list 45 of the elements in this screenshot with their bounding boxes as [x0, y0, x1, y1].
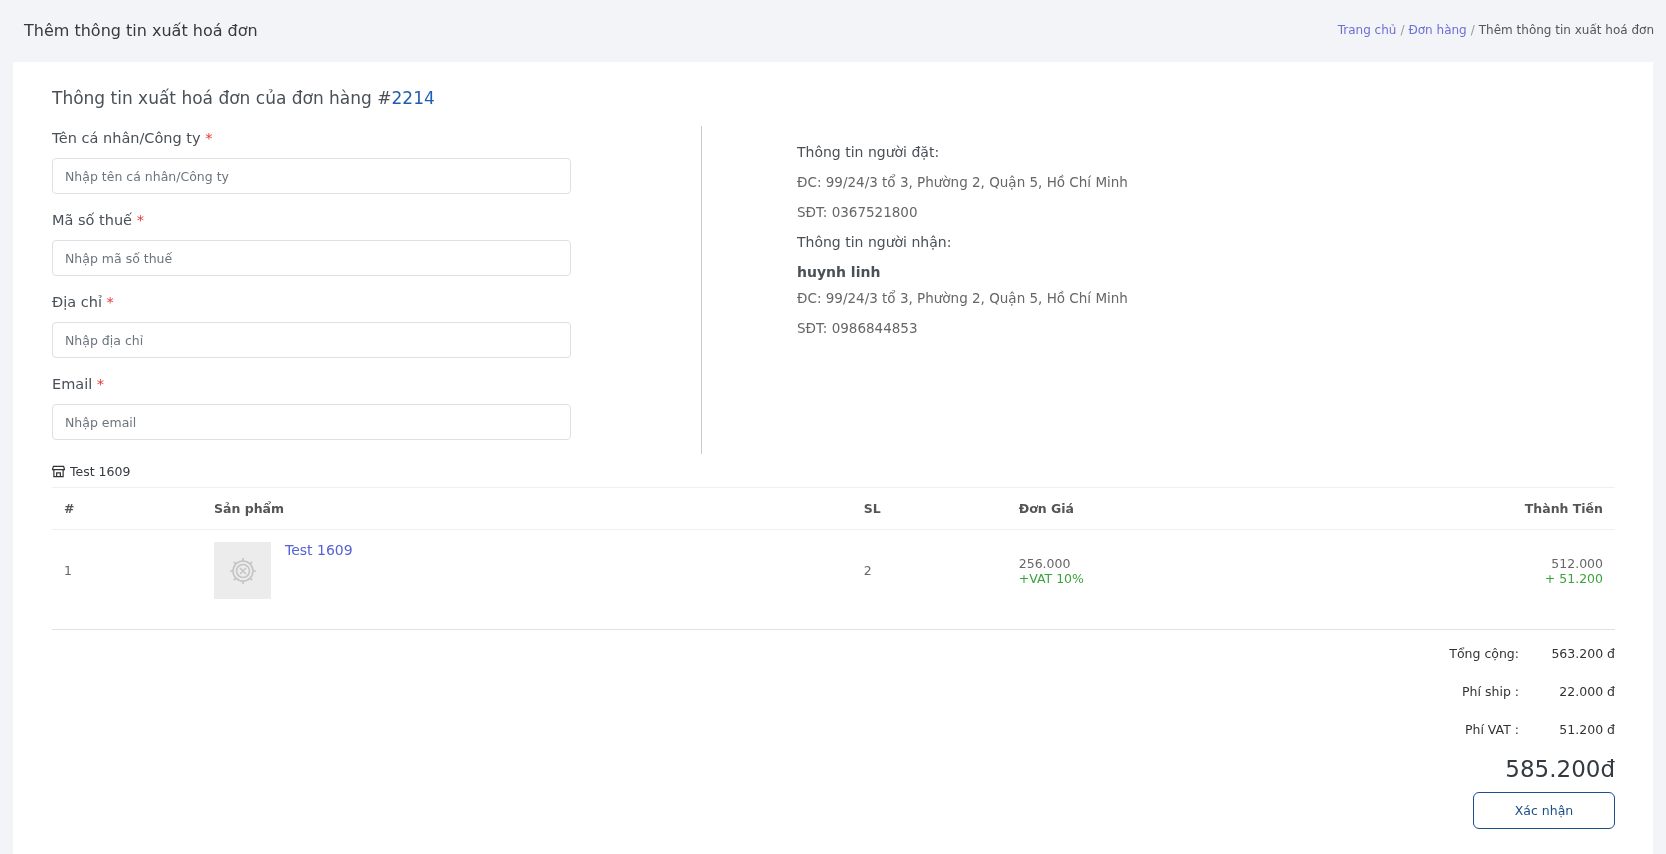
info-text: SĐT: 0986844853	[797, 320, 919, 336]
input-field[interactable]: Nhập địa chỉ	[52, 322, 571, 358]
product-link[interactable]: Test 1609	[285, 542, 353, 558]
summary-label: Phí ship :	[1462, 683, 1519, 699]
column-header: Sản phẩm	[202, 487, 852, 530]
input-field[interactable]: Nhập mã số thuế	[52, 240, 571, 276]
confirm-button[interactable]: Xác nhận	[1473, 792, 1615, 829]
input-field[interactable]: Nhập tên cá nhân/Công ty	[52, 158, 571, 194]
column-header: #	[52, 487, 202, 530]
summary-label: Phí VAT :	[1464, 721, 1519, 737]
column-header: Thành Tiền	[1206, 487, 1615, 530]
line-total: 512.000	[1550, 555, 1603, 571]
breadcrumb-separator: /	[1470, 23, 1475, 37]
breadcrumb-current: Thêm thông tin xuất hoá đơn	[1478, 23, 1654, 37]
store-icon	[52, 465, 65, 478]
summary-value: 22.000 đ	[1558, 683, 1615, 699]
info-heading: Thông tin người nhận:	[797, 234, 953, 250]
vat-amount: + 51.200	[1543, 570, 1603, 586]
summary-value: 563.200 đ	[1550, 645, 1615, 661]
summary-label: Tổng cộng:	[1449, 645, 1519, 661]
field-label: Tên cá nhân/Công ty *	[52, 130, 214, 146]
info-text: SĐT: 0367521800	[797, 204, 919, 220]
field-label: Địa chỉ *	[52, 294, 115, 310]
breadcrumb-separator: /	[1400, 23, 1405, 37]
store-name: Test 1609	[70, 464, 131, 479]
grand-total: 585.200đ	[1505, 756, 1615, 782]
column-header: SL	[851, 487, 1007, 530]
column-header: Đơn Giá	[1006, 487, 1207, 530]
info-heading: Thông tin người đặt:	[797, 144, 941, 160]
page-title: Thêm thông tin xuất hoá đơn	[24, 20, 258, 40]
breadcrumb-link[interactable]: Đơn hàng	[1408, 23, 1467, 37]
vat-rate: +VAT 10%	[1018, 570, 1085, 586]
recipient-name: huynh linh	[797, 264, 882, 280]
breadcrumb-link[interactable]: Trang chủ	[1337, 23, 1397, 37]
info-text: ĐC: 99/24/3 tổ 3, Phường 2, Quận 5, Hồ Chí Minh	[797, 290, 1128, 306]
unit-price: 256.000	[1018, 555, 1072, 571]
table-cell: 1	[52, 529, 202, 630]
summary-value: 51.200 đ	[1558, 721, 1615, 737]
gear-icon	[227, 555, 258, 586]
info-text: ĐC: 99/24/3 tổ 3, Phường 2, Quận 5, Hồ Chí Minh	[797, 174, 1128, 190]
table-cell: 2	[851, 529, 1007, 630]
field-label: Email *	[52, 376, 106, 392]
input-field[interactable]: Nhập email	[52, 404, 571, 440]
section-title: Thông tin xuất hoá đơn của đơn hàng #2214	[52, 88, 436, 108]
field-label: Mã số thuế *	[52, 212, 145, 228]
